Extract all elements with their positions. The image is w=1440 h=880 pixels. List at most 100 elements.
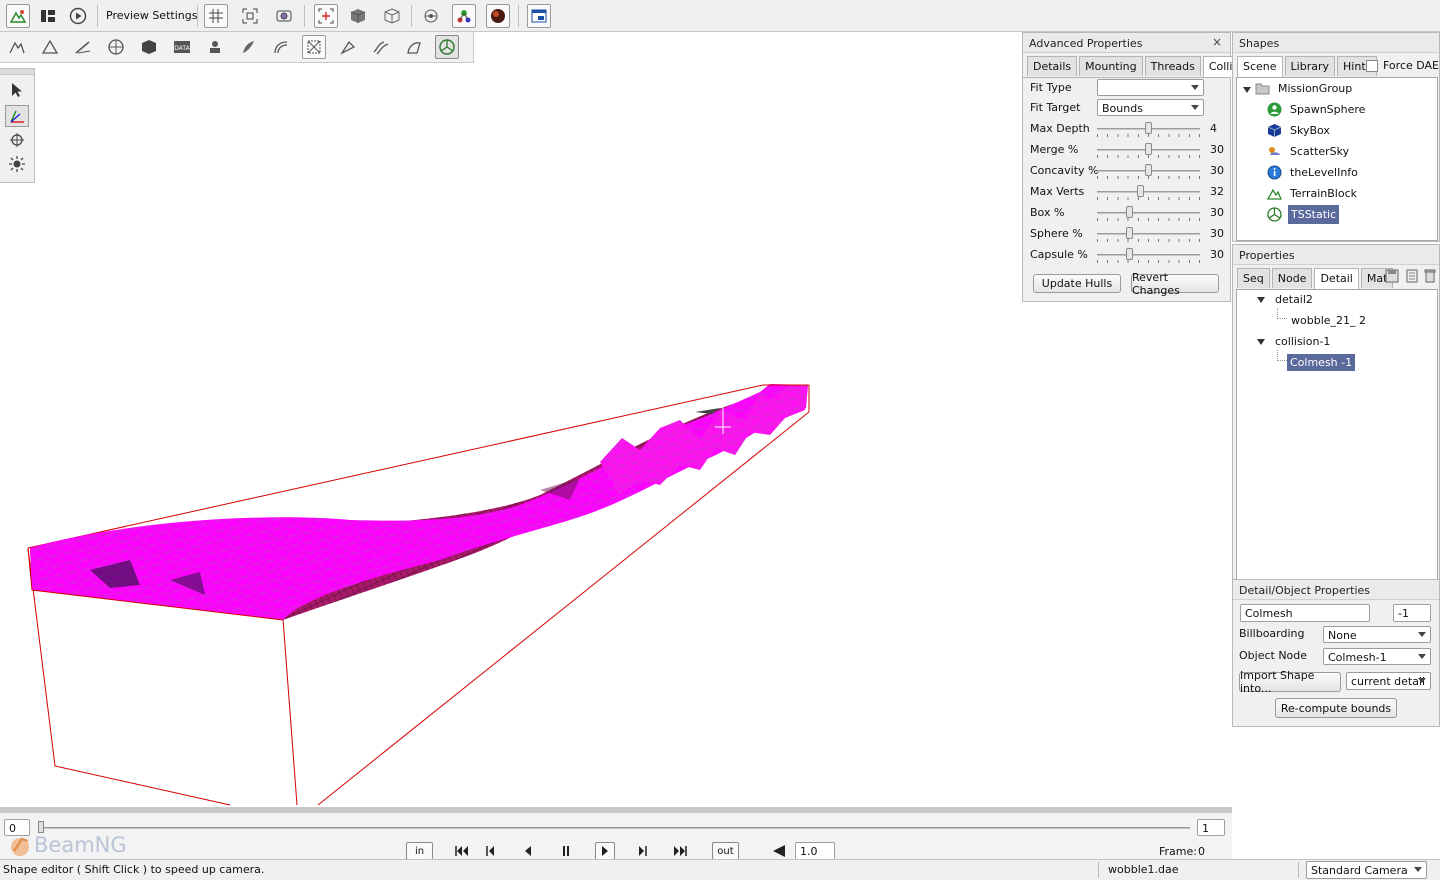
close-icon[interactable]: × — [1212, 35, 1222, 49]
recompute-bounds-button[interactable]: Re-compute bounds — [1275, 698, 1397, 718]
force-dae-checkbox[interactable]: Force DAE — [1366, 59, 1439, 72]
tree-item-missiongroup[interactable]: MissionGroup — [1255, 79, 1354, 97]
timeline-scrubber[interactable] — [38, 827, 1190, 829]
slider-track[interactable] — [1097, 191, 1200, 193]
tab-detail[interactable]: Detail — [1314, 268, 1359, 289]
slider-track[interactable] — [1097, 233, 1200, 235]
skip-to-start-icon[interactable] — [453, 842, 471, 860]
node-transform-icon[interactable] — [452, 4, 476, 28]
play-icon[interactable] — [66, 4, 90, 28]
in-button[interactable]: in — [406, 842, 433, 860]
slider-thumb[interactable] — [1137, 185, 1145, 197]
tab-library[interactable]: Library — [1284, 56, 1336, 76]
fit-camera-icon[interactable] — [238, 4, 262, 28]
object-node-dropdown[interactable]: Colmesh-1 — [1323, 648, 1431, 665]
forest-editor-icon[interactable] — [236, 35, 260, 59]
slider-thumb[interactable] — [1145, 122, 1152, 134]
decal-editor-icon[interactable] — [302, 35, 326, 59]
detail-name-field[interactable]: Colmesh — [1240, 604, 1370, 622]
revert-changes-button[interactable]: Revert Changes — [1131, 271, 1219, 297]
mesh-road-icon[interactable] — [336, 35, 360, 59]
datablock-editor-icon[interactable]: DATA — [170, 35, 194, 59]
tree-item-spawnsphere[interactable]: SpawnSphere — [1267, 100, 1367, 118]
terrain-painter-icon[interactable] — [38, 35, 62, 59]
camera-icon[interactable] — [272, 4, 296, 28]
beamng-logo: BeamNG — [6, 831, 127, 859]
step-forward-icon[interactable] — [634, 842, 650, 860]
slider-thumb[interactable] — [1125, 227, 1133, 239]
orbit-node-icon[interactable] — [419, 4, 443, 28]
slider-thumb[interactable] — [1125, 206, 1133, 218]
sketch-tool-icon[interactable] — [104, 35, 128, 59]
fit-type-dropdown[interactable] — [1097, 79, 1204, 96]
river-editor-icon[interactable] — [369, 35, 393, 59]
document-icon[interactable] — [1405, 269, 1419, 286]
solid-render-icon[interactable] — [346, 4, 370, 28]
tree-item-wobble[interactable]: wobble_21_ 2 — [1289, 311, 1368, 329]
expand-arrow-icon[interactable] — [1257, 297, 1265, 303]
window-toggle-icon[interactable] — [527, 4, 551, 28]
save-icon[interactable] — [1385, 269, 1399, 286]
tab-threads[interactable]: Threads — [1144, 56, 1201, 76]
import-shape-button[interactable]: Import Shape into... — [1239, 669, 1341, 695]
wireframe-render-icon[interactable] — [380, 4, 404, 28]
material-editor-icon[interactable] — [71, 35, 95, 59]
expand-arrow-icon[interactable] — [1243, 87, 1251, 93]
skip-to-end-icon[interactable] — [671, 842, 689, 860]
step-back-icon[interactable] — [483, 842, 499, 860]
tree-item-colmesh[interactable]: Colmesh -1 — [1287, 353, 1356, 371]
import-target-dropdown[interactable]: current detail — [1346, 672, 1431, 690]
slider-thumb[interactable] — [1125, 248, 1133, 260]
tab-details[interactable]: Details — [1027, 56, 1078, 76]
detail-size-field[interactable]: -1 — [1393, 604, 1431, 622]
terrain-editor-icon[interactable] — [5, 35, 29, 59]
slider-thumb[interactable] — [1145, 143, 1152, 155]
tab-seq[interactable]: Seq — [1237, 268, 1270, 288]
billboarding-dropdown[interactable]: None — [1323, 626, 1431, 643]
slider-track[interactable] — [1097, 254, 1200, 256]
checkbox-box[interactable] — [1366, 59, 1378, 72]
fit-target-dropdown[interactable]: Bounds — [1097, 99, 1204, 116]
slider-value: 30 — [1210, 206, 1224, 219]
chevron-down-icon — [1418, 654, 1426, 659]
road-editor-icon[interactable] — [269, 35, 293, 59]
play-forward-icon[interactable] — [595, 842, 615, 860]
shapes-title: Shapes — [1239, 37, 1280, 50]
force-dae-label: Force DAE — [1383, 59, 1440, 72]
slider-value: 4 — [1210, 122, 1217, 135]
tree-item-scattersky[interactable]: ScatterSky — [1267, 142, 1351, 160]
tree-item-detail2[interactable]: detail2 — [1273, 290, 1315, 308]
main-toolbar: Preview Settings — [0, 0, 1440, 32]
tab-node[interactable]: Node — [1271, 268, 1313, 288]
tree-item-skybox[interactable]: SkyBox — [1267, 121, 1332, 139]
slider-value: 32 — [1210, 185, 1224, 198]
grid-icon[interactable] — [204, 4, 228, 28]
expand-arrow-icon[interactable] — [1257, 339, 1265, 345]
tab-scene[interactable]: Scene — [1237, 56, 1283, 77]
select-center-icon[interactable] — [314, 4, 338, 28]
preview-settings-menu[interactable]: Preview Settings — [106, 9, 197, 22]
material-sphere-icon[interactable] — [486, 4, 510, 28]
tree-item-tsstatic[interactable]: TSStatic — [1267, 204, 1340, 224]
tree-item-terrainblock[interactable]: TerrainBlock — [1267, 184, 1359, 202]
slider-track[interactable] — [1097, 212, 1200, 214]
tab-mounting[interactable]: Mounting — [1079, 56, 1143, 76]
update-hulls-button[interactable]: Update Hulls — [1033, 274, 1121, 293]
gui-editor-icon[interactable] — [36, 4, 60, 28]
out-button[interactable]: out — [712, 842, 739, 860]
slider-thumb[interactable] — [1145, 164, 1152, 176]
shape-editor-icon[interactable] — [435, 35, 459, 59]
world-editor-icon[interactable] — [6, 4, 30, 28]
timeline-end-field[interactable]: 1 — [1197, 819, 1225, 836]
particle-editor-icon[interactable] — [203, 35, 227, 59]
speed-field[interactable]: 1.0 — [795, 842, 835, 860]
pause-icon[interactable] — [558, 842, 574, 860]
tree-item-thelevelinfo[interactable]: theLevelInfo — [1267, 163, 1360, 181]
play-reverse-icon[interactable] — [520, 842, 536, 860]
delete-icon[interactable] — [1424, 269, 1436, 286]
tree-item-collision[interactable]: collision-1 — [1273, 332, 1332, 350]
navmesh-editor-icon[interactable] — [402, 35, 426, 59]
datablock-cube-icon[interactable] — [137, 35, 161, 59]
camera-mode-dropdown[interactable]: Standard Camera — [1306, 861, 1427, 879]
slider-row: Max Depth 4 — [1030, 120, 1222, 138]
